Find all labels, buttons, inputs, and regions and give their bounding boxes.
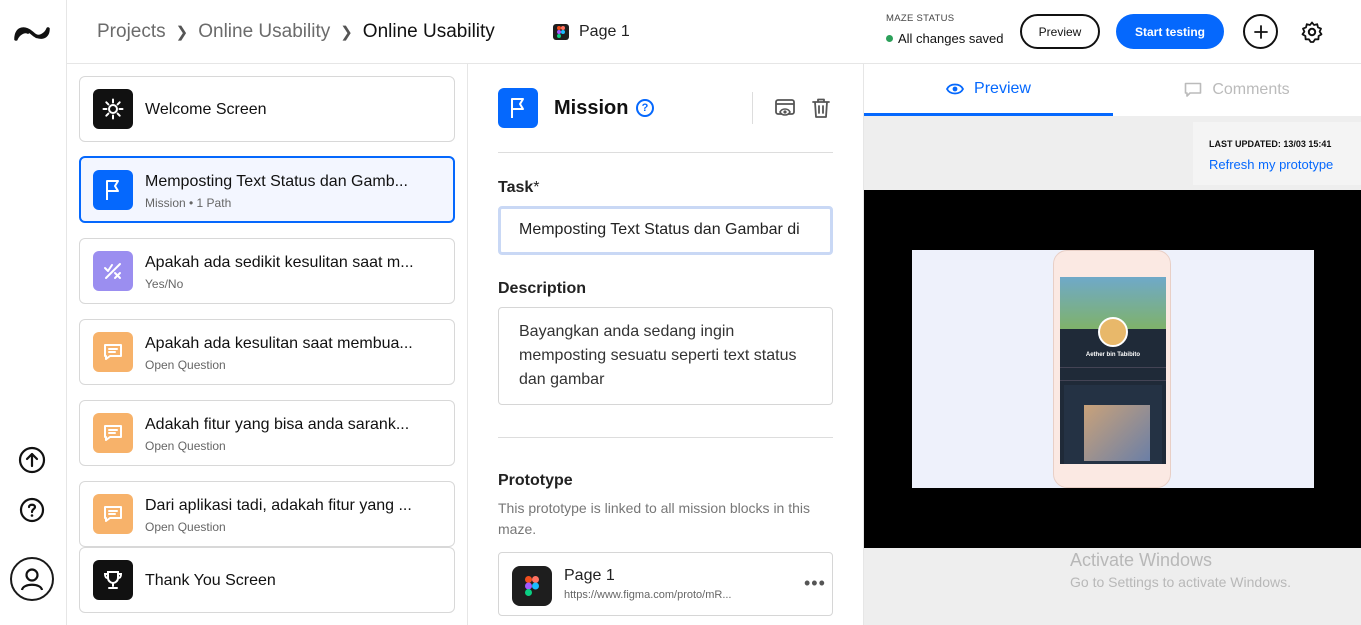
figma-icon [512, 566, 552, 606]
breadcrumb-projects[interactable]: Projects [97, 21, 166, 43]
tab-comments-label: Comments [1212, 81, 1290, 98]
user-avatar-icon[interactable] [10, 557, 54, 601]
task-input[interactable]: Memposting Text Status dan Gambar di [498, 206, 833, 255]
prototype-stage: Aether bin Tabibito [864, 190, 1361, 548]
divider [752, 92, 753, 124]
chevron-right-icon: ❯ [340, 24, 353, 41]
block-subtitle: Open Question [145, 439, 226, 453]
block-open-question-3[interactable]: Dari aplikasi tadi, adakah fitur yang ..… [79, 481, 455, 547]
post-image [1084, 405, 1150, 461]
block-yes-no[interactable]: Apakah ada sedikit kesulitan saat m... Y… [79, 238, 455, 304]
add-icon[interactable] [1243, 14, 1278, 49]
preview-tabs: Preview Comments [864, 64, 1361, 116]
task-label-text: Task [498, 179, 534, 196]
block-welcome[interactable]: Welcome Screen [79, 76, 455, 142]
prototype-name: Page 1 [564, 567, 615, 584]
figma-icon [553, 24, 569, 40]
block-thank-you[interactable]: Thank You Screen [79, 547, 455, 613]
description-label: Description [498, 280, 587, 297]
block-open-question-2[interactable]: Adakah fitur yang bisa anda sarank... Op… [79, 400, 455, 466]
left-rail [0, 0, 67, 625]
maze-status: MAZE STATUS All changes saved [886, 13, 1036, 46]
profile-avatar [1098, 317, 1128, 347]
description-input[interactable]: Bayangkan anda sedang ingin memposting s… [498, 307, 833, 405]
block-subtitle: Open Question [145, 520, 226, 534]
profile-stats [1060, 367, 1166, 381]
help-icon[interactable] [17, 495, 47, 525]
comment-icon [1185, 82, 1202, 97]
preview-panel: Preview Comments LAST UPDATED: 13/03 15:… [864, 64, 1361, 625]
tab-preview-label: Preview [974, 79, 1031, 97]
last-updated-label: LAST UPDATED: 13/03 15:41 [1209, 139, 1332, 149]
preview-button[interactable]: Preview [1020, 14, 1100, 49]
tab-preview[interactable]: Preview [864, 64, 1113, 116]
prototype-url: https://www.figma.com/proto/mR... [564, 589, 732, 601]
block-title: Thank You Screen [145, 572, 276, 589]
yes-no-icon [93, 251, 133, 291]
status-value: All changes saved [898, 31, 1004, 46]
app: Projects ❯ Online Usability ❯ Online Usa… [0, 0, 1361, 625]
block-title: Apakah ada sedikit kesulitan saat m... [145, 254, 414, 271]
top-header: Projects ❯ Online Usability ❯ Online Usa… [67, 0, 1361, 64]
blocks-panel: Welcome Screen Memposting Text Status da… [67, 64, 468, 625]
maze-logo-icon[interactable] [12, 20, 52, 46]
start-testing-button[interactable]: Start testing [1116, 14, 1224, 49]
block-title: Apakah ada kesulitan saat membua... [145, 335, 413, 352]
status-label: MAZE STATUS [886, 13, 955, 24]
block-subtitle: Yes/No [145, 277, 184, 291]
profile-name: Aether bin Tabibito [1085, 352, 1141, 358]
flag-icon [93, 170, 133, 210]
block-title: Welcome Screen [145, 101, 267, 118]
tab-comments[interactable]: Comments [1113, 64, 1361, 116]
block-title: Adakah fitur yang bisa anda sarank... [145, 416, 410, 433]
divider [498, 437, 833, 438]
last-updated-box: LAST UPDATED: 13/03 15:41 Refresh my pro… [1193, 122, 1361, 185]
status-value-row: All changes saved [886, 31, 1036, 46]
block-mission[interactable]: Memposting Text Status dan Gamb... Missi… [79, 156, 455, 223]
block-title: Memposting Text Status dan Gamb... [145, 173, 408, 190]
page-chip[interactable]: Page 1 [553, 23, 630, 41]
block-subtitle: Mission • 1 Path [145, 196, 232, 210]
message-icon [93, 413, 133, 453]
watermark-title: Activate Windows [1070, 550, 1213, 570]
block-subtitle: Open Question [145, 358, 226, 372]
flag-icon [498, 88, 538, 128]
more-options-icon[interactable]: ••• [804, 573, 826, 594]
prototype-frame[interactable]: Aether bin Tabibito [912, 250, 1314, 488]
upload-icon[interactable] [17, 445, 47, 475]
watermark-subtitle: Go to Settings to activate Windows. [1070, 574, 1291, 590]
gear-icon[interactable] [1300, 20, 1324, 44]
post-card [1064, 385, 1162, 464]
preview-block-icon[interactable] [774, 97, 796, 119]
prototype-note: This prototype is linked to all mission … [498, 500, 811, 537]
breadcrumb-project[interactable]: Online Usability [198, 21, 330, 43]
page-chip-label: Page 1 [579, 23, 630, 40]
message-icon [93, 332, 133, 372]
trash-icon[interactable] [811, 97, 831, 119]
trophy-icon [93, 560, 133, 600]
chevron-right-icon: ❯ [175, 24, 189, 41]
breadcrumb: Projects ❯ Online Usability ❯ Online Usa… [97, 21, 495, 43]
block-open-question-1[interactable]: Apakah ada kesulitan saat membua... Open… [79, 319, 455, 385]
prototype-card[interactable]: Page 1 https://www.figma.com/proto/mR...… [498, 552, 833, 616]
editor-title: Mission [554, 97, 629, 119]
refresh-prototype-link[interactable]: Refresh my prototype [1209, 157, 1333, 172]
prototype-label: Prototype [498, 472, 573, 489]
phone-screen: Aether bin Tabibito [1060, 277, 1166, 464]
block-title: Dari aplikasi tadi, adakah fitur yang ..… [145, 497, 412, 514]
task-label: Task* [498, 179, 540, 197]
required-mark: * [533, 179, 540, 196]
sun-icon [93, 89, 133, 129]
phone-mockup: Aether bin Tabibito [1053, 250, 1171, 488]
breadcrumb-current[interactable]: Online Usability [363, 21, 495, 43]
message-icon [93, 494, 133, 534]
question-mark-icon[interactable]: ? [636, 99, 654, 117]
mission-editor: Mission ? Task* Memposting Text Status d… [468, 64, 864, 625]
status-dot-icon [886, 35, 893, 42]
divider [498, 152, 833, 153]
eye-icon [946, 83, 965, 94]
